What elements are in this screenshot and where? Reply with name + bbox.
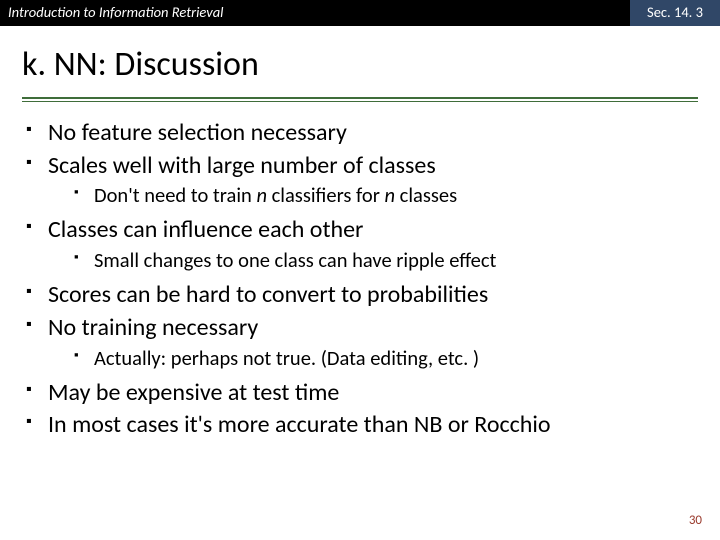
bullet-text: No training necessary [48, 313, 258, 342]
bullet-text: Scales well with large number of classes [48, 151, 436, 180]
text-run: Don't need to train [94, 182, 256, 208]
slide: Introduction to Information Retrieval Se… [0, 0, 720, 540]
divider-thick [22, 97, 698, 99]
text-run: classifiers for [267, 182, 385, 208]
text-run: classes [395, 182, 457, 208]
list-item: Small changes to one class can have ripp… [48, 247, 700, 274]
header-bar: Introduction to Information Retrieval Se… [0, 0, 720, 26]
italic-run: n [384, 182, 395, 208]
course-title: Introduction to Information Retrieval [0, 0, 630, 26]
list-item: Classes can influence each other Small c… [20, 215, 700, 274]
list-item: No feature selection necessary [20, 118, 700, 149]
bullet-text: Classes can influence each other [48, 215, 363, 244]
list-item: Scales well with large number of classes… [20, 151, 700, 210]
title-area: k. NN: Discussion [0, 26, 720, 91]
list-item: No training necessary Actually: perhaps … [20, 313, 700, 372]
italic-run: n [256, 182, 267, 208]
sub-list: Small changes to one class can have ripp… [48, 247, 700, 274]
list-item: Don't need to train n classifiers for n … [48, 182, 700, 209]
sub-list: Actually: perhaps not true. (Data editin… [48, 345, 700, 372]
bullet-list: No feature selection necessary Scales we… [20, 118, 700, 441]
list-item: Actually: perhaps not true. (Data editin… [48, 345, 700, 372]
sub-list: Don't need to train n classifiers for n … [48, 182, 700, 209]
list-item: Scores can be hard to convert to probabi… [20, 280, 700, 311]
list-item: In most cases it's more accurate than NB… [20, 410, 700, 441]
page-number: 30 [689, 513, 702, 528]
section-badge: Sec. 14. 3 [630, 0, 720, 26]
list-item: May be expensive at test time [20, 378, 700, 409]
content-area: No feature selection necessary Scales we… [0, 102, 720, 441]
page-title: k. NN: Discussion [22, 44, 698, 85]
